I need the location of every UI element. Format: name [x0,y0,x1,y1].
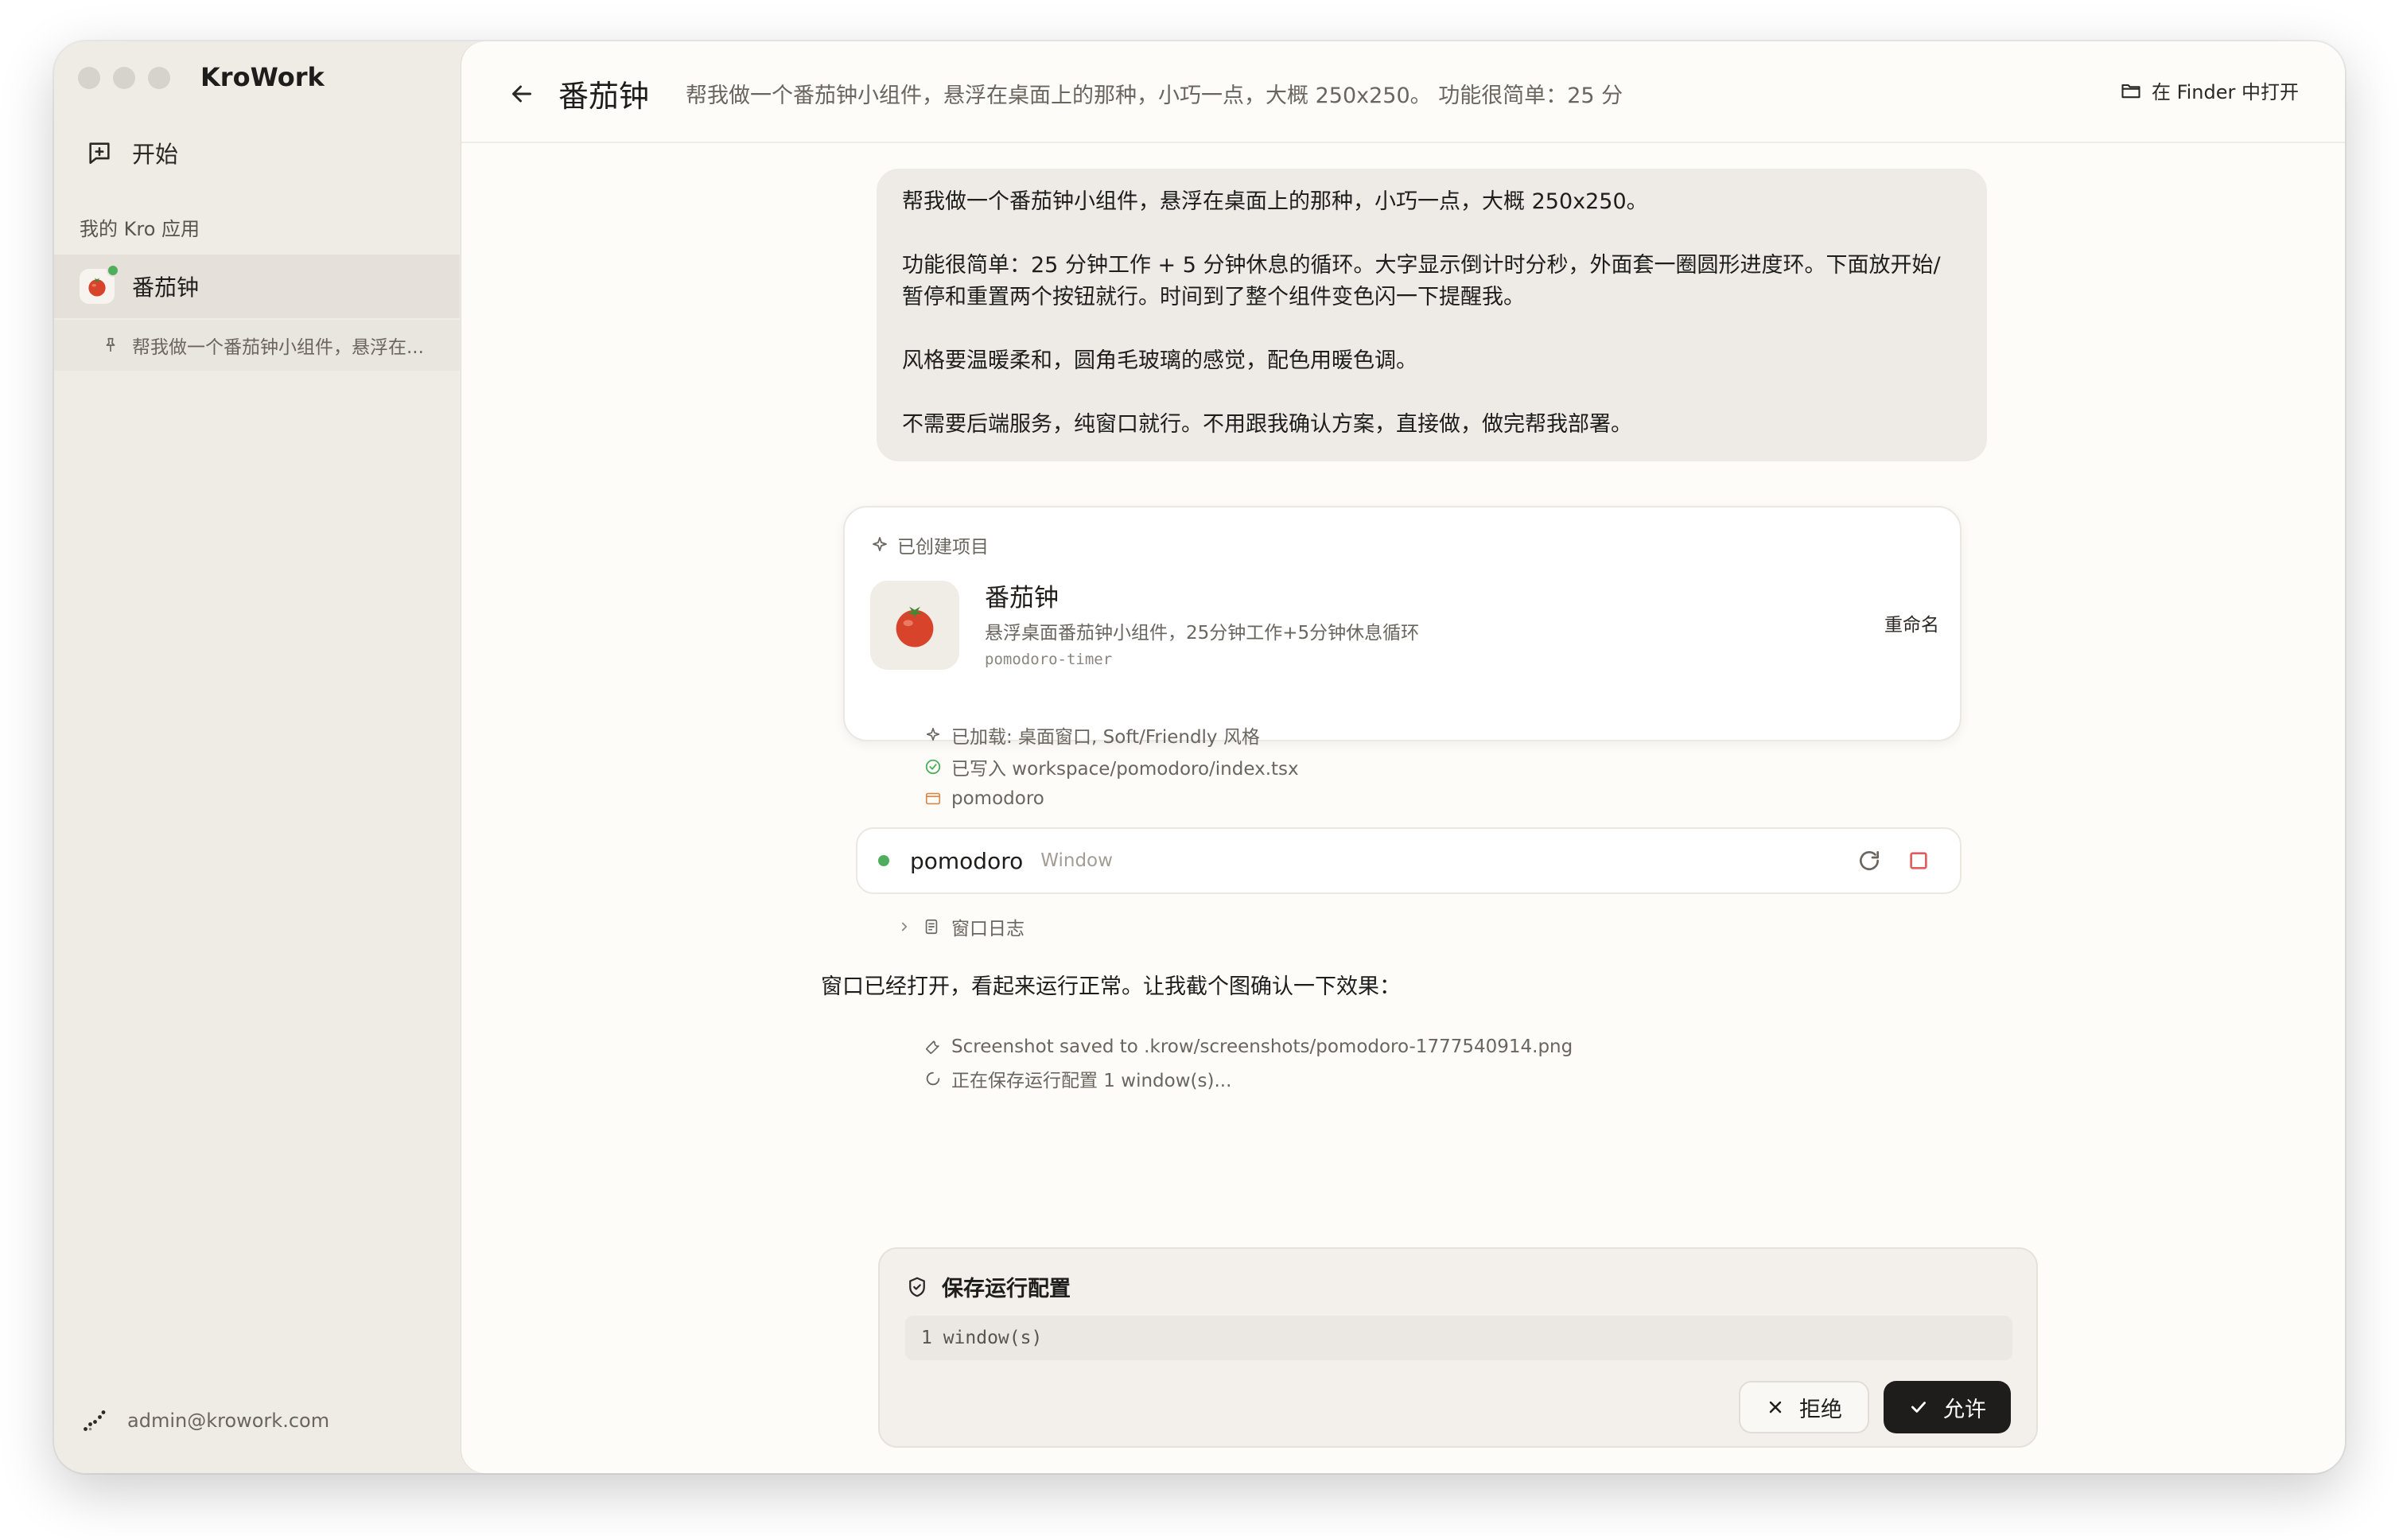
main-panel: 番茄钟 帮我做一个番茄钟小组件，悬浮在桌面上的那种，小巧一点，大概 250x25… [461,41,2345,1473]
loading-spinner-icon [924,1070,942,1087]
close-icon [1766,1398,1785,1417]
header: 番茄钟 帮我做一个番茄钟小组件，悬浮在桌面上的那种，小巧一点，大概 250x25… [461,41,2345,143]
window-log-label: 窗口日志 [951,919,1025,939]
project-thumbnail [870,581,959,670]
close-window-button[interactable] [78,67,100,89]
window-controls [78,67,170,89]
user-message-line: 风格要温暖柔和，圆角毛玻璃的感觉，配色用暖色调。 [902,348,1417,373]
project-card-heading: 已创建项目 [870,531,989,558]
permission-detail: 1 window(s) [905,1316,2012,1360]
status-line-loaded: 已加载: 桌面窗口, Soft/Friendly 风格 [924,719,1299,751]
status-folder-text: pomodoro [951,788,1044,809]
new-chat-icon [86,139,113,166]
apps-section-label: 我的 Kro 应用 [80,218,200,240]
new-conversation-button[interactable]: 开始 [83,127,433,178]
refresh-icon[interactable] [1857,848,1882,873]
page-subtitle: 帮我做一个番茄钟小组件，悬浮在桌面上的那种，小巧一点，大概 250x250。 功… [686,84,1623,108]
status-line-written: 已写入 workspace/pomodoro/index.tsx [924,751,1299,783]
allow-button[interactable]: 允许 [1884,1381,2011,1433]
tomato-icon [80,264,119,304]
status-line-folder: pomodoro [924,783,1299,815]
running-window-card[interactable]: pomodoro Window [856,827,1962,894]
sidebar-thread-label: 帮我做一个番茄钟小组件，悬浮在... [132,337,424,358]
status-written-text: 已写入 workspace/pomodoro/index.tsx [951,759,1299,780]
pin-icon [102,336,119,354]
project-title: 番茄钟 [985,584,1059,612]
folder-open-icon [2120,80,2142,102]
check-circle-icon [924,758,942,776]
window-icon [924,790,942,807]
project-slug: pomodoro-timer [985,651,1113,668]
status-loaded-text: 已加载: 桌面窗口, Soft/Friendly 风格 [951,727,1260,748]
assistant-message: 窗口已经打开，看起来运行正常。让我截个图确认一下效果： [821,974,1401,999]
user-message-bubble: 帮我做一个番茄钟小组件，悬浮在桌面上的那种，小巧一点，大概 250x250。 功… [877,169,1987,461]
app-title: KroWork [200,62,325,92]
user-message-line: 帮我做一个番茄钟小组件，悬浮在桌面上的那种，小巧一点，大概 250x250。 [902,189,1648,214]
chevron-right-icon [897,920,912,934]
stop-icon[interactable] [1906,848,1931,873]
wrench-icon [924,1038,942,1056]
deny-button[interactable]: 拒绝 [1739,1381,1869,1433]
allow-label: 允许 [1943,1397,1986,1422]
minimize-window-button[interactable] [113,67,135,89]
tool-saving-text: 正在保存运行配置 1 window(s)... [951,1071,1232,1091]
app-window: KroWork 开始 我的 Kro 应用 番茄钟 帮我做一个番茄钟小组件，悬浮在… [54,41,2345,1473]
permission-dialog-title: 保存运行配置 [905,1271,1071,1302]
log-icon [923,918,940,935]
permission-dialog: 保存运行配置 1 window(s) 拒绝 允许 [878,1247,2038,1448]
user-status-icon [80,1406,108,1435]
window-actions [1857,848,1931,873]
user-account[interactable]: admin@krowork.com [80,1406,329,1435]
check-icon [1908,1397,1929,1418]
window-name: pomodoro [910,847,1024,874]
open-in-finder-label: 在 Finder 中打开 [2151,81,2299,103]
deny-label: 拒绝 [1799,1397,1842,1422]
sidebar: KroWork 开始 我的 Kro 应用 番茄钟 帮我做一个番茄钟小组件，悬浮在… [54,41,460,1473]
page-title: 番茄钟 [558,79,650,114]
project-description: 悬浮桌面番茄钟小组件，25分钟工作+5分钟休息循环 [985,623,1420,644]
shield-check-icon [905,1275,929,1299]
user-email: admin@krowork.com [127,1410,330,1432]
new-conversation-label: 开始 [132,141,179,168]
tool-screenshot-text: Screenshot saved to .krow/screenshots/po… [951,1036,1573,1057]
window-log-toggle[interactable]: 窗口日志 [897,913,1025,940]
running-status-dot [107,264,119,277]
tool-line-saving: 正在保存运行配置 1 window(s)... [924,1063,1573,1095]
open-in-finder-button[interactable]: 在 Finder 中打开 [2120,76,2299,104]
activity-status-list: 已加载: 桌面窗口, Soft/Friendly 风格 已写入 workspac… [924,719,1299,815]
project-created-card: 已创建项目 番茄钟 悬浮桌面番茄钟小组件，25分钟工作+5分钟休息循环 pomo… [843,506,1962,741]
user-message-line: 不需要后端服务，纯窗口就行。不用跟我确认方案，直接做，做完帮我部署。 [902,412,1632,437]
window-running-dot [878,855,889,866]
rename-button[interactable]: 重命名 [1884,609,1939,636]
sparkle-icon [870,535,889,554]
tomato-icon [888,599,941,651]
zoom-window-button[interactable] [148,67,170,89]
sidebar-app-label: 番茄钟 [132,274,200,301]
window-kind: Window [1040,850,1113,871]
tool-line-screenshot: Screenshot saved to .krow/screenshots/po… [924,1031,1573,1063]
project-card-heading-label: 已创建项目 [897,537,989,558]
permission-title-text: 保存运行配置 [942,1277,1071,1301]
sparkle-icon [924,726,942,744]
back-arrow-icon[interactable] [506,78,538,110]
tool-activity-list: Screenshot saved to .krow/screenshots/po… [924,1031,1573,1095]
sidebar-thread-item[interactable]: 帮我做一个番茄钟小组件，悬浮在... [54,320,460,371]
sidebar-app-pomodoro[interactable]: 番茄钟 [54,255,460,318]
user-message-line: 功能很简单：25 分钟工作 + 5 分钟休息的循环。大字显示倒计时分秒，外面套一… [902,253,1941,309]
